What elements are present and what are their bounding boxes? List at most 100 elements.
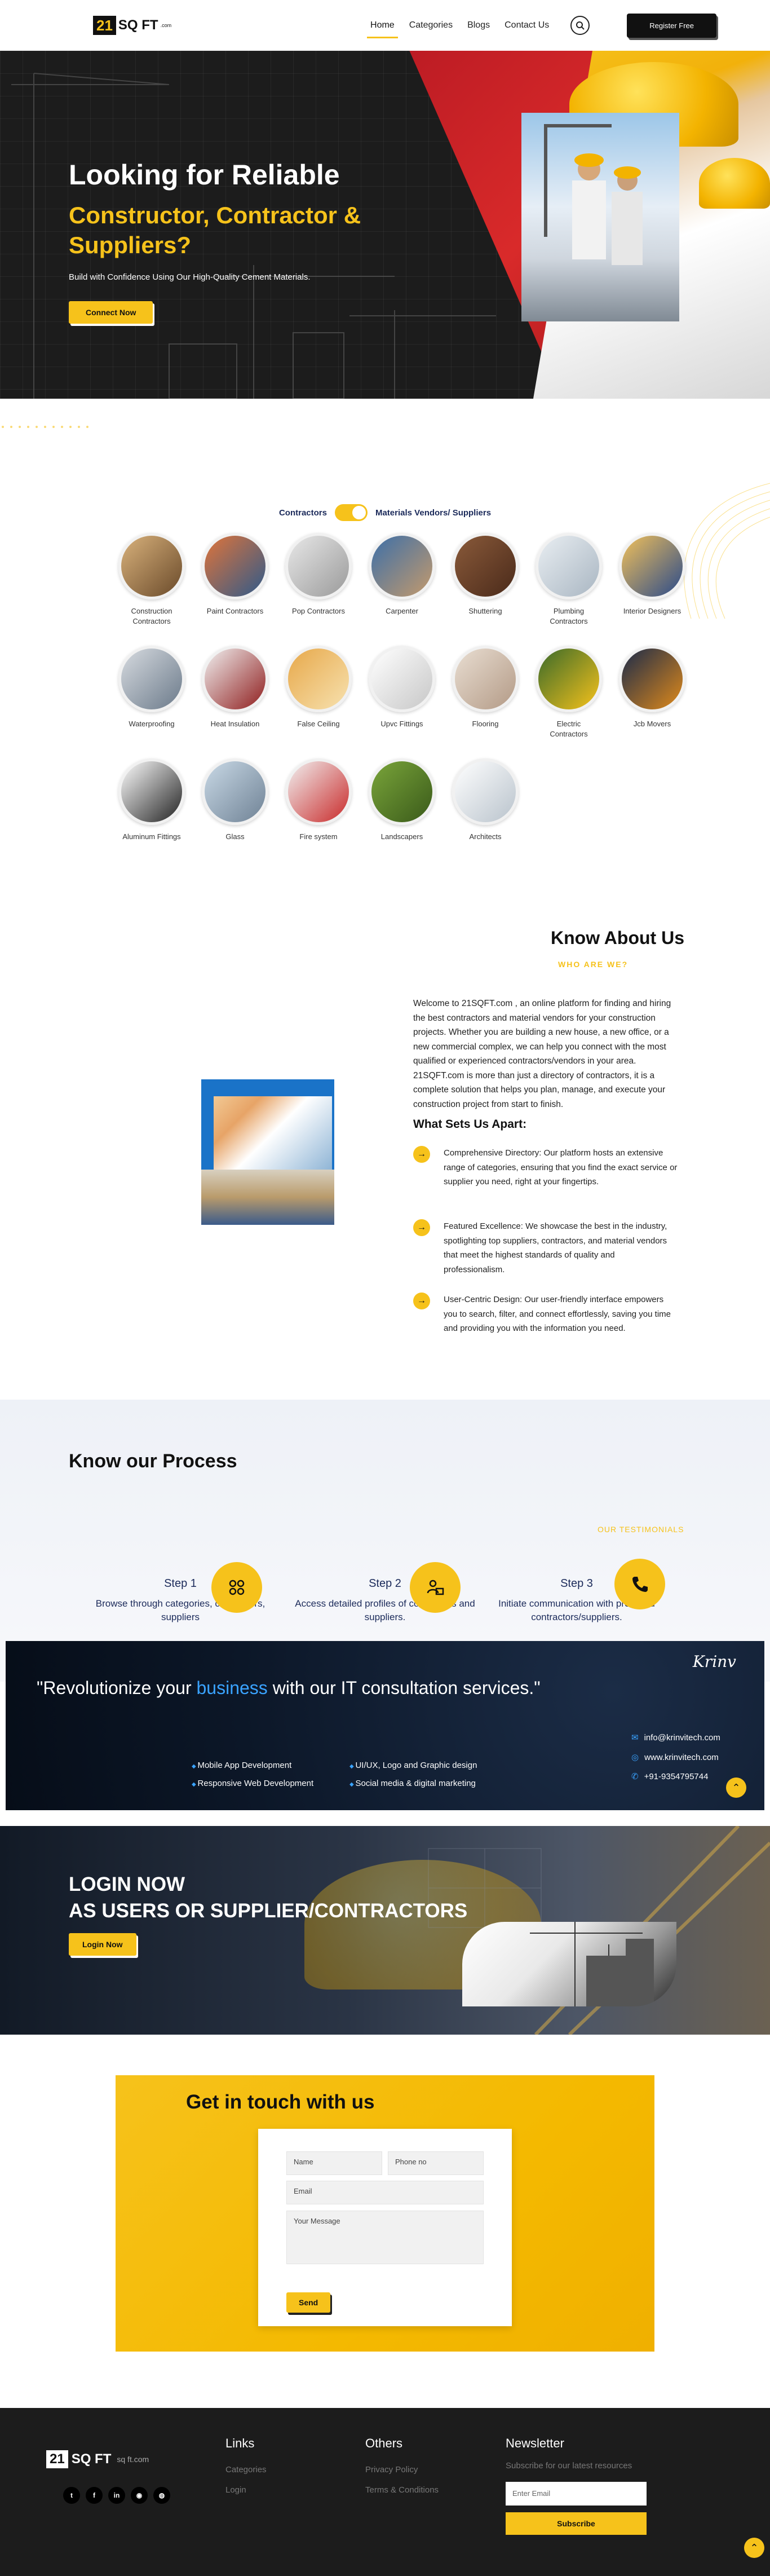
email-field[interactable]: Email [286,2181,484,2204]
hero-banner: Looking for Reliable Constructor, Contra… [0,51,770,399]
newsletter-email-input[interactable]: Enter Email [506,2482,647,2506]
category-item[interactable]: Waterproofing [110,646,193,753]
nav-blogs[interactable]: Blogs [467,17,490,34]
footer-link[interactable]: Terms & Conditions [365,2480,439,2500]
category-image [369,533,435,599]
phone-field[interactable]: Phone no [388,2151,484,2175]
email-text: info@krinvitech.com [644,1733,720,1743]
hero-copy: Looking for Reliable Constructor, Contra… [69,158,384,324]
twitter-icon[interactable]: t [63,2487,80,2504]
team-standing-photo [201,1170,334,1225]
login-line2: AS USERS OR SUPPLIER/CONTRACTORS [69,1900,468,1922]
footer-link[interactable]: Categories [225,2460,267,2480]
category-image [118,533,185,599]
footer-links-column: Links Categories Login [225,2436,267,2500]
category-image [619,533,685,599]
nav-categories[interactable]: Categories [409,17,453,34]
category-item[interactable]: Architects [444,758,527,866]
login-now-button[interactable]: Login Now [69,1933,136,1956]
phone-text: +91-9354795744 [644,1772,709,1781]
facebook-icon[interactable]: f [86,2487,103,2504]
category-item[interactable]: Fire system [277,758,360,866]
category-item[interactable]: Pop Contractors [277,533,360,640]
scroll-up-icon[interactable]: ⌃ [726,1777,746,1798]
category-name: Paint Contractors [206,607,264,615]
category-image [202,758,268,825]
category-image [202,646,268,712]
category-name: Waterproofing [129,720,175,728]
team-meeting-photo [214,1096,332,1170]
category-name: Pop Contractors [292,607,345,615]
send-button[interactable]: Send [286,2292,331,2313]
footer-link[interactable]: Login [225,2480,267,2500]
subscribe-button[interactable]: Subscribe [506,2512,647,2535]
name-field[interactable]: Name [286,2151,382,2175]
nav-contact-us[interactable]: Contact Us [505,17,549,34]
category-name: Construction Contractors [131,607,172,625]
category-name: Interior Designers [623,607,682,615]
footer-logo[interactable]: 21 SQ FT sq ft.com [46,2450,149,2468]
category-item[interactable]: Shuttering [444,533,527,640]
phone-icon: ✆ [631,1772,639,1781]
connect-now-button[interactable]: Connect Now [69,301,153,324]
arrow-right-icon: → [413,1219,430,1236]
category-item[interactable]: Paint Contractors [193,533,277,640]
website-row[interactable]: ◎ www.krinvitech.com [631,1748,720,1768]
site-footer: 21 SQ FT sq ft.com t f in ◉ ◍ Links Cate… [0,2408,770,2576]
category-item[interactable]: Upvc Fittings [360,646,444,753]
category-item[interactable]: False Ceiling [277,646,360,753]
toggle-label-contractors[interactable]: Contractors [279,508,327,518]
logo-number: 21 [93,16,116,35]
category-item[interactable]: Aluminum Fittings [110,758,193,866]
category-image [536,533,602,599]
category-image [285,758,352,825]
about-description: Welcome to 21SQFT.com , an online platfo… [413,999,671,1109]
phone-row[interactable]: ✆ +91-9354795744 [631,1767,720,1787]
toggle-label-vendors[interactable]: Materials Vendors/ Suppliers [375,508,491,518]
category-item[interactable]: Electric Contractors [527,646,610,753]
testimonials-link[interactable]: OUR TESTIMONIALS [598,1525,684,1534]
email-row[interactable]: ✉ info@krinvitech.com [631,1728,720,1748]
nav-links: Home Categories Blogs Contact Us Registe… [367,13,716,38]
category-item[interactable]: Interior Designers [610,533,694,640]
building-construction-image [462,1922,676,2006]
hero-subheading: Constructor, Contractor & Suppliers? [69,202,361,258]
message-field[interactable]: Your Message [286,2211,484,2264]
instagram-icon[interactable]: ◉ [131,2487,148,2504]
category-item[interactable]: Plumbing Contractors [527,533,610,640]
scroll-up-icon[interactable]: ⌃ [744,2538,764,2558]
footer-link[interactable]: Privacy Policy [365,2460,439,2480]
footer-newsletter-column: Newsletter Subscribe for our latest reso… [506,2436,647,2535]
category-image [369,646,435,712]
about-team-image [201,1079,334,1225]
search-icon[interactable] [570,16,590,35]
feature-text: Featured Excellence: We showcase the bes… [444,1221,667,1274]
category-image [118,646,185,712]
login-banner: LOGIN NOW AS USERS OR SUPPLIER/CONTRACTOR… [0,1826,770,2035]
toggle-knob [352,506,366,519]
category-item[interactable]: Jcb Movers [610,646,694,753]
category-item[interactable]: Construction Contractors [110,533,193,640]
nav-home[interactable]: Home [367,17,398,38]
category-item[interactable]: Carpenter [360,533,444,640]
category-item[interactable]: Glass [193,758,277,866]
category-item[interactable]: Heat Insulation [193,646,277,753]
register-button[interactable]: Register Free [627,13,716,38]
linkedin-icon[interactable]: in [108,2487,125,2504]
site-logo[interactable]: 21 SQ FT .com [93,16,171,35]
feature-item: → Comprehensive Directory: Our platform … [413,1146,678,1189]
category-name: Carpenter [386,607,418,615]
process-title: Know our Process [69,1450,237,1472]
toggle-switch[interactable] [334,504,368,521]
profile-icon [410,1562,461,1613]
banner-quote: "Revolutionize your business with our IT… [37,1675,541,1701]
discord-icon[interactable]: ◍ [153,2487,170,2504]
services-list: UI/UX, Logo and Graphic design Social me… [349,1757,477,1792]
hero-heading: Looking for Reliable [69,159,340,191]
it-services-banner[interactable]: Krinv "Revolutionize your business with … [6,1641,764,1810]
quote-part: "Revolutionize your [37,1678,197,1698]
category-item[interactable]: Landscapers [360,758,444,866]
category-item[interactable]: Flooring [444,646,527,753]
arrow-right-icon: → [413,1293,430,1309]
category-image [452,646,519,712]
